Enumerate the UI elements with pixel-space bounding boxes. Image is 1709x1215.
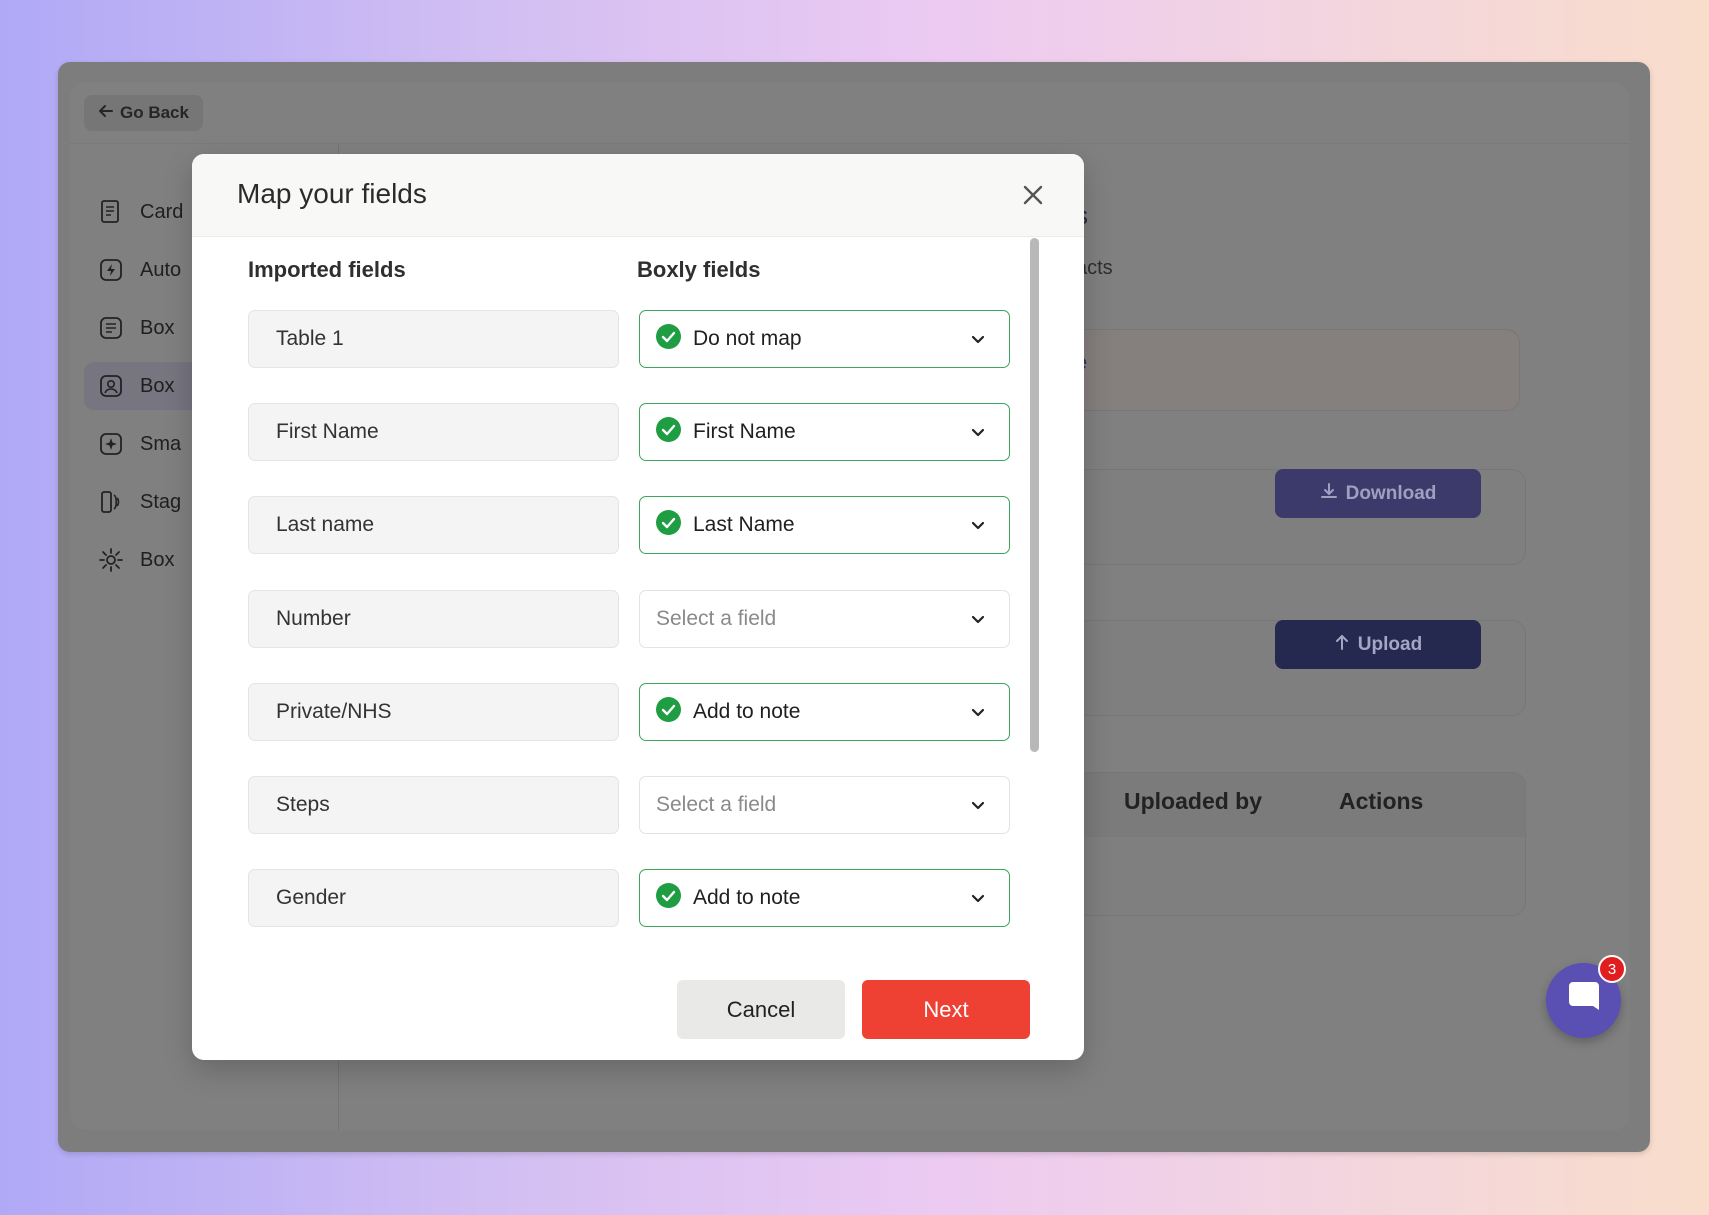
chevron-down-icon — [969, 611, 987, 629]
cancel-button[interactable]: Cancel — [677, 980, 845, 1039]
boxly-field-select[interactable]: Add to note — [639, 683, 1010, 741]
modal-header: Map your fields — [192, 154, 1084, 237]
sidebar-item-label: Sma — [140, 432, 182, 455]
chevron-down-icon — [969, 704, 987, 722]
download-icon — [1320, 482, 1338, 506]
select-value: Last Name — [693, 513, 795, 536]
field-row: First Name First Name — [248, 403, 1028, 461]
sparkle-icon — [98, 431, 124, 457]
upload-button[interactable]: Upload — [1275, 620, 1481, 669]
sidebar-item-label: Box — [140, 316, 175, 339]
check-circle-icon — [656, 323, 693, 355]
field-row: Number Select a field — [248, 590, 1028, 648]
boxly-field-select[interactable]: Last Name — [639, 496, 1010, 554]
field-row: Table 1 Do not map — [248, 310, 1028, 368]
field-row: Last name Last Name — [248, 496, 1028, 554]
select-value: First Name — [693, 420, 796, 443]
arrow-up-icon — [1334, 633, 1350, 657]
go-back-button[interactable]: Go Back — [84, 95, 203, 131]
notes-icon — [98, 315, 124, 341]
check-circle-icon — [656, 882, 693, 914]
chat-icon — [1567, 980, 1601, 1021]
check-circle-icon — [656, 416, 693, 448]
download-label: Download — [1345, 482, 1437, 504]
document-icon — [98, 199, 124, 225]
go-back-label: Go Back — [120, 103, 189, 122]
download-button[interactable]: Download — [1275, 469, 1481, 518]
table-header-actions: Actions — [1339, 788, 1424, 814]
sidebar-item-label: Box — [140, 374, 175, 397]
close-icon[interactable] — [1020, 182, 1046, 208]
select-placeholder: Select a field — [656, 793, 777, 816]
select-placeholder: Select a field — [656, 607, 777, 630]
top-bar: Go Back — [70, 82, 1630, 144]
boxly-field-select[interactable]: Select a field — [639, 590, 1010, 648]
select-value: Add to note — [693, 886, 801, 909]
column-header-imported: Imported fields — [248, 257, 406, 282]
column-header-boxly: Boxly fields — [637, 257, 761, 282]
info-banner — [1070, 329, 1520, 411]
chevron-down-icon — [969, 424, 987, 442]
field-row: Private/NHS Add to note — [248, 683, 1028, 741]
imported-field: First Name — [248, 403, 619, 461]
scrollbar[interactable] — [1030, 238, 1039, 752]
modal-title: Map your fields — [237, 178, 427, 209]
lightning-icon — [98, 257, 124, 283]
upload-label: Upload — [1357, 633, 1423, 655]
chevron-down-icon — [969, 331, 987, 349]
contact-icon — [98, 373, 124, 399]
sidebar-item-label: Stag — [140, 490, 182, 513]
gear-icon — [98, 547, 124, 573]
imported-field: Number — [248, 590, 619, 648]
imported-field: Last name — [248, 496, 619, 554]
notification-badge: 3 — [1598, 955, 1626, 983]
sidebar-item-label: Card — [140, 200, 184, 223]
boxly-field-select[interactable]: Add to note — [639, 869, 1010, 927]
imported-field: Table 1 — [248, 310, 619, 368]
boxly-field-select[interactable]: First Name — [639, 403, 1010, 461]
imported-field: Gender — [248, 869, 619, 927]
arrow-left-icon — [98, 103, 114, 124]
chevron-down-icon — [969, 890, 987, 908]
next-button[interactable]: Next — [862, 980, 1030, 1039]
imported-field: Private/NHS — [248, 683, 619, 741]
sidebar-item-label: Box — [140, 548, 175, 571]
select-value: Add to note — [693, 700, 801, 723]
boxly-field-select[interactable]: Do not map — [639, 310, 1010, 368]
boxly-field-select[interactable]: Select a field — [639, 776, 1010, 834]
map-fields-modal: Map your fields Imported fields Boxly fi… — [192, 154, 1084, 1060]
imported-field: Steps — [248, 776, 619, 834]
sidebar-item-label: Auto — [140, 258, 182, 281]
stages-icon — [98, 489, 124, 515]
select-value: Do not map — [693, 327, 802, 350]
check-circle-icon — [656, 509, 693, 541]
chevron-down-icon — [969, 517, 987, 535]
field-row: Gender Add to note — [248, 869, 1028, 927]
field-row: Steps Select a field — [248, 776, 1028, 834]
table-header-uploaded-by: Uploaded by — [1124, 788, 1263, 814]
check-circle-icon — [656, 696, 693, 728]
chevron-down-icon — [969, 797, 987, 815]
